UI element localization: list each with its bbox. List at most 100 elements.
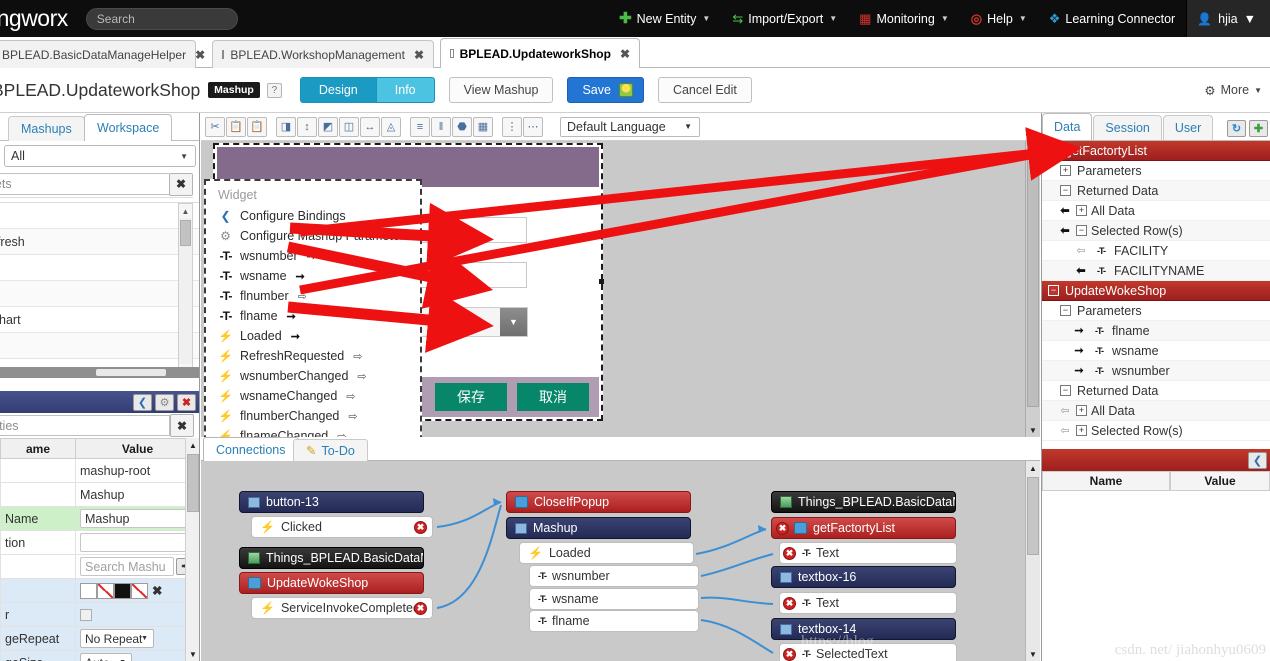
widget-context-menu[interactable]: Widget ❮ Configure Bindings ⚙ Configure … <box>204 179 422 437</box>
scroll-thumb[interactable] <box>1027 477 1039 555</box>
table-row[interactable]: Name Mashup <box>0 506 199 531</box>
node-loaded-event[interactable]: ⚡ Loaded <box>519 542 694 564</box>
menu-item-wsnumber[interactable]: -T- wsnumber ➞ <box>206 246 420 266</box>
tab-session[interactable]: Session <box>1093 115 1162 140</box>
properties-search-clear-button[interactable]: ✖ <box>170 414 194 437</box>
nav-import-export[interactable]: ⇆ Import/Export ▼ <box>721 0 848 37</box>
tree-param-wsnumber[interactable]: ➞ -T- wsnumber <box>1042 361 1270 381</box>
mashup-search-input[interactable]: Search Mashu <box>80 557 174 576</box>
menu-item-flname[interactable]: -T- flname ➞ <box>206 306 420 326</box>
mashup-cancel-button[interactable]: 取消 <box>517 383 589 411</box>
align-left-icon[interactable]: ◨ <box>276 116 296 137</box>
collapse-icon[interactable]: − <box>1060 305 1071 316</box>
connections-diagram[interactable]: button-13 ⚡ Clicked ✖ Things_BPLEAD.Basi… <box>201 461 1040 661</box>
resize-icon[interactable]: ⬣ <box>452 116 472 137</box>
resize-handle[interactable] <box>599 279 604 284</box>
chevron-down-icon[interactable]: ▼ <box>500 308 527 336</box>
clear-color-icon[interactable]: ✖ <box>152 583 162 598</box>
remove-binding-icon[interactable]: ✖ <box>783 648 796 661</box>
scroll-thumb[interactable] <box>180 220 191 246</box>
node-updatewokeshop-service[interactable]: UpdateWokeShop <box>239 572 424 594</box>
list-item[interactable]: . <box>0 281 199 307</box>
scroll-thumb[interactable] <box>1027 157 1039 407</box>
close-icon[interactable]: ✖ <box>414 48 424 62</box>
data-services-tree[interactable]: − getFactortyList + Parameters − Returne… <box>1042 141 1270 449</box>
tab-connections[interactable]: Connections <box>203 437 299 461</box>
properties-scrollbar[interactable]: ▲ ▼ <box>185 438 199 661</box>
properties-search-input[interactable]: perties <box>0 415 170 436</box>
tree-service-updatewokeshop[interactable]: − UpdateWokeShop <box>1042 281 1270 301</box>
global-search-input[interactable]: Search <box>85 7 238 30</box>
entity-filter-select[interactable]: All ▼ <box>4 145 196 167</box>
distribute-vertical-icon[interactable]: ‖ <box>431 116 451 137</box>
menu-item-refreshrequested[interactable]: ⚡ RefreshRequested ⇨ <box>206 346 420 366</box>
property-checkbox[interactable] <box>80 608 92 621</box>
menu-item-flnumberchanged[interactable]: ⚡ flnumberChanged ⇨ <box>206 406 420 426</box>
configure-bindings-icon[interactable]: ❮ <box>133 393 152 411</box>
table-row[interactable]: Search Mashu ✒ <box>0 554 199 579</box>
user-menu[interactable]: 👤 hjia ▼ <box>1186 0 1270 37</box>
mashup-save-button[interactable]: 保存 <box>435 383 507 411</box>
collapse-icon[interactable]: − <box>1076 225 1087 236</box>
align-middle-v-icon[interactable]: ↔ <box>360 116 380 137</box>
paste-icon[interactable]: 📋 <box>247 116 267 137</box>
menu-item-wsnumberchanged[interactable]: ⚡ wsnumberChanged ⇨ <box>206 366 420 386</box>
mashup-canvas[interactable]: ▼ 保存 取消 Widget ❮ Configure Bindings ⚙ Co… <box>201 141 1040 437</box>
scroll-thumb[interactable] <box>187 454 199 512</box>
table-row[interactable]: geSize Auto ▼ <box>0 650 199 661</box>
add-icon[interactable]: ✚ <box>1249 120 1268 137</box>
remove-binding-icon[interactable]: ✖ <box>776 522 789 535</box>
connections-scrollbar[interactable]: ▲ ▼ <box>1025 461 1040 661</box>
list-item[interactable]: efresh <box>0 229 199 255</box>
expand-icon[interactable]: + <box>1076 425 1087 436</box>
scroll-down-icon[interactable]: ▼ <box>186 647 199 661</box>
tree-group-selected-rows[interactable]: ⬅ − Selected Row(s) <box>1042 221 1270 241</box>
tree-param-wsname[interactable]: ➞ -T- wsname <box>1042 341 1270 361</box>
widget-list[interactable]: efresh . Chart ox <box>0 202 199 378</box>
tree-group-parameters-2[interactable]: − Parameters <box>1042 301 1270 321</box>
menu-item-flnamechanged[interactable]: ⚡ flnameChanged ⇨ <box>206 426 420 437</box>
cancel-edit-button[interactable]: Cancel Edit <box>657 77 752 103</box>
view-mashup-button[interactable]: View Mashup <box>448 77 554 103</box>
table-row[interactable]: mashup-root <box>0 458 199 483</box>
tree-group-all-data-2[interactable]: ⇦ + All Data <box>1042 401 1270 421</box>
tab-data[interactable]: Data <box>1042 113 1093 140</box>
swatch-none[interactable] <box>131 582 148 599</box>
close-icon[interactable]: ✖ <box>177 393 196 411</box>
nav-new-entity[interactable]: ✚ New Entity ▼ <box>608 0 721 37</box>
node-button-13[interactable]: button-13 <box>239 491 424 513</box>
tree-group-parameters[interactable]: + Parameters <box>1042 161 1270 181</box>
tab-user[interactable]: User <box>1162 115 1214 140</box>
list-item[interactable] <box>0 333 199 359</box>
node-wsnumber-property[interactable]: -T- wsnumber <box>529 565 699 587</box>
tab-info[interactable]: Info <box>376 77 435 103</box>
table-row[interactable]: ✖ <box>0 578 199 603</box>
align-top-icon[interactable]: ◫ <box>339 116 359 137</box>
grid-icon[interactable]: ▦ <box>473 116 493 137</box>
node-things-basicdatam-2[interactable]: Things_BPLEAD.BasicDataM... <box>771 491 956 513</box>
menu-item-wsnamechanged[interactable]: ⚡ wsnameChanged ⇨ <box>206 386 420 406</box>
close-icon[interactable]: ✖ <box>620 47 630 61</box>
cut-icon[interactable]: ✂ <box>205 116 225 137</box>
language-select[interactable]: Default Language ▼ <box>560 116 700 137</box>
widget-list-hscrollbar[interactable] <box>0 367 199 378</box>
canvas-scrollbar[interactable]: ▲ ▼ <box>1025 141 1040 437</box>
align-right-icon[interactable]: ◩ <box>318 116 338 137</box>
swatch-none[interactable] <box>97 582 114 599</box>
same-height-icon[interactable]: ⋮ <box>502 116 522 137</box>
image-repeat-select[interactable]: No Repeat ▼ <box>80 629 154 648</box>
property-name-input[interactable]: Mashup <box>80 509 195 528</box>
tree-group-returned-data[interactable]: − Returned Data <box>1042 181 1270 201</box>
table-row[interactable]: geRepeat No Repeat ▼ <box>0 626 199 651</box>
expand-icon[interactable]: + <box>1076 405 1087 416</box>
same-width-icon[interactable]: ⋯ <box>523 116 543 137</box>
node-text-property-2[interactable]: ✖ -T- Text <box>779 592 957 614</box>
copy-icon[interactable]: 📋 <box>226 116 246 137</box>
scroll-up-icon[interactable]: ▲ <box>1026 461 1040 475</box>
tab-design[interactable]: Design <box>299 77 377 103</box>
collapse-icon[interactable]: − <box>1048 285 1059 296</box>
property-description-input[interactable] <box>80 533 195 552</box>
scroll-up-icon[interactable]: ▲ <box>1026 141 1040 155</box>
tab-mashups[interactable]: Mashups <box>8 116 85 141</box>
list-item[interactable] <box>0 255 199 281</box>
